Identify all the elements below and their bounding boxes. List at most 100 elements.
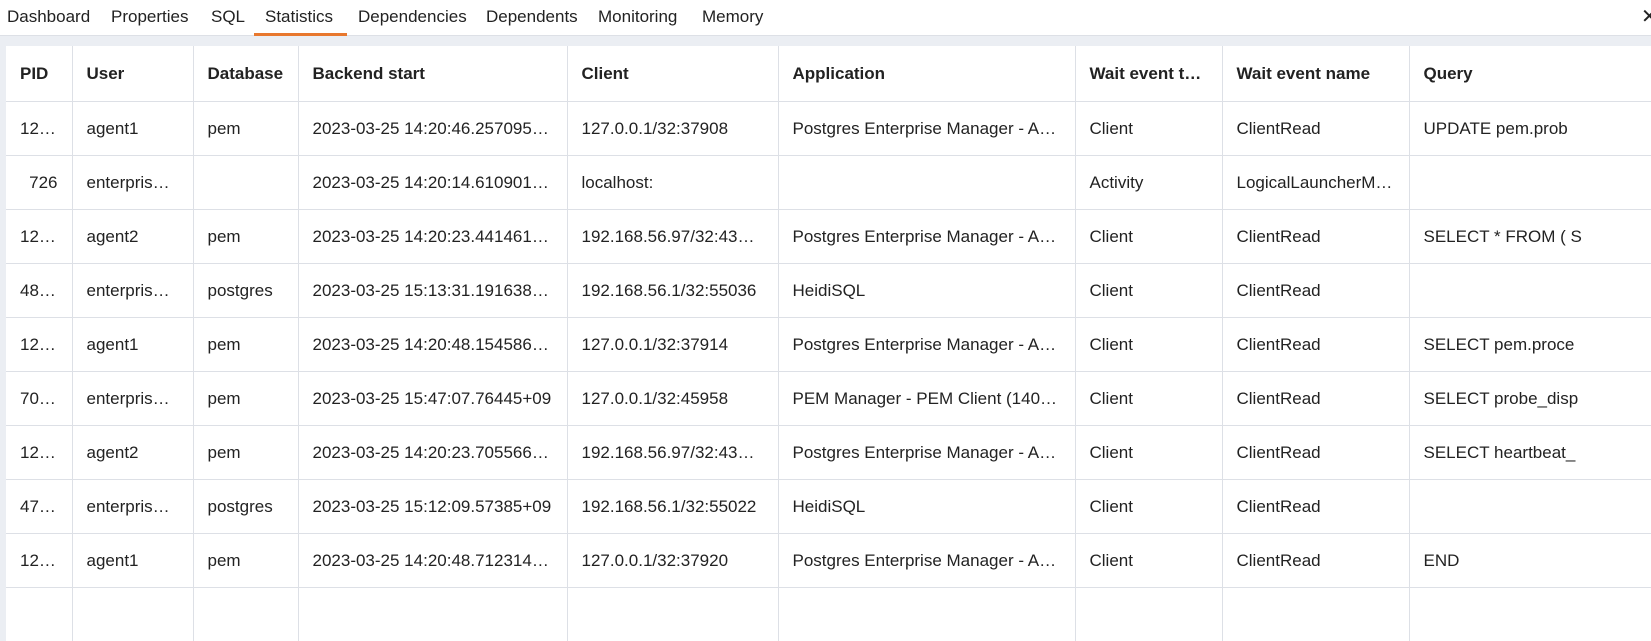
cell-pid: 1221 (6, 425, 73, 480)
cell-wait-event-type: Client (1075, 317, 1223, 372)
table-row[interactable]: 1220 agent2 pem 2023-03-25 14:20:23.441461+… (6, 209, 1651, 264)
cell-client: 192.168.56.97/32:43386 (567, 209, 779, 264)
tab-sql[interactable]: SQL (211, 0, 245, 36)
table-row[interactable]: 4876 enterprisedb postgres 2023-03-25 15:13… (6, 263, 1651, 318)
close-icon[interactable]: ✕ (1641, 8, 1651, 26)
cell-backend-start: 2023-03-25 14:20:23.705566+09 (298, 425, 568, 480)
cell-pid: 1224 (6, 101, 73, 156)
table-row[interactable]: 7001 enterprisedb pem 2023-03-25 15:47:07.7… (6, 371, 1651, 426)
cell-database: postgres (193, 479, 299, 534)
column-header-user[interactable]: User (72, 46, 194, 102)
cell-client: 127.0.0.1/32:37920 (567, 533, 779, 588)
cell-application: Postgres Enterprise Manager - Age... (778, 209, 1076, 264)
cell-wait-event-name: ClientRead (1222, 209, 1410, 264)
cell-backend-start: 2023-03-25 15:12:09.57385+09 (298, 479, 568, 534)
cell-wait-event-name: LogicalLauncherMain (1222, 155, 1410, 210)
column-header-wait-event-type[interactable]: Wait event type (1075, 46, 1223, 102)
cell-backend-start: 2023-03-25 14:20:14.610901+09 (298, 155, 568, 210)
table-row[interactable]: 1221 agent2 pem 2023-03-25 14:20:23.705566+… (6, 425, 1651, 480)
empty-cell (778, 587, 1076, 641)
cell-user: agent2 (72, 425, 194, 480)
cell-query: SELECT pem.proce (1409, 317, 1651, 372)
table-row[interactable]: 1239 agent1 pem 2023-03-25 14:20:48.154586+… (6, 317, 1651, 372)
cell-pid: 1242 (6, 533, 73, 588)
cell-user: enterprisedb (72, 371, 194, 426)
empty-row (6, 587, 1651, 641)
tab-memory[interactable]: Memory (702, 0, 763, 36)
statistics-panel: PID User Database Backend start Client A… (6, 46, 1651, 641)
table-row[interactable]: 1224 agent1 pem 2023-03-25 14:20:46.257095+… (6, 101, 1651, 156)
cell-application: Postgres Enterprise Manager - Age... (778, 425, 1076, 480)
cell-query: SELECT probe_disp (1409, 371, 1651, 426)
cell-query (1409, 479, 1651, 534)
column-header-query[interactable]: Query (1409, 46, 1651, 102)
cell-application (778, 155, 1076, 210)
cell-application: HeidiSQL (778, 479, 1076, 534)
tab-dependencies[interactable]: Dependencies (358, 0, 467, 36)
cell-user: agent1 (72, 317, 194, 372)
cell-database: pem (193, 317, 299, 372)
column-header-backend-start[interactable]: Backend start (298, 46, 568, 102)
table-row[interactable]: 726 enterprisedb 2023-03-25 14:20:14.61090… (6, 155, 1651, 210)
cell-query: SELECT heartbeat_ (1409, 425, 1651, 480)
column-header-application[interactable]: Application (778, 46, 1076, 102)
cell-client: localhost: (567, 155, 779, 210)
column-header-pid[interactable]: PID (6, 46, 73, 102)
empty-cell (1222, 587, 1410, 641)
cell-wait-event-name: ClientRead (1222, 425, 1410, 480)
cell-wait-event-type: Client (1075, 479, 1223, 534)
cell-database: pem (193, 425, 299, 480)
cell-pid: 4876 (6, 263, 73, 318)
cell-pid: 4782 (6, 479, 73, 534)
cell-pid: 1239 (6, 317, 73, 372)
cell-query: SELECT * FROM ( S (1409, 209, 1651, 264)
cell-wait-event-type: Client (1075, 209, 1223, 264)
sessions-table: PID User Database Backend start Client A… (6, 46, 1651, 641)
empty-cell (298, 587, 568, 641)
column-header-client[interactable]: Client (567, 46, 779, 102)
cell-query: UPDATE pem.prob (1409, 101, 1651, 156)
cell-wait-event-name: ClientRead (1222, 263, 1410, 318)
cell-user: enterprisedb (72, 263, 194, 318)
cell-query (1409, 155, 1651, 210)
cell-wait-event-type: Client (1075, 263, 1223, 318)
cell-client: 192.168.56.1/32:55022 (567, 479, 779, 534)
cell-pid: 726 (6, 155, 73, 210)
cell-application: Postgres Enterprise Manager - Age... (778, 317, 1076, 372)
cell-backend-start: 2023-03-25 14:20:46.257095+09 (298, 101, 568, 156)
tab-dashboard[interactable]: Dashboard (7, 0, 90, 36)
column-header-database[interactable]: Database (193, 46, 299, 102)
cell-application: Postgres Enterprise Manager - Age... (778, 533, 1076, 588)
cell-backend-start: 2023-03-25 15:13:31.191638+09 (298, 263, 568, 318)
empty-cell (1075, 587, 1223, 641)
cell-wait-event-name: ClientRead (1222, 371, 1410, 426)
cell-pid: 7001 (6, 371, 73, 426)
cell-user: agent1 (72, 101, 194, 156)
cell-user: agent1 (72, 533, 194, 588)
tab-bar: Dashboard Properties SQL Statistics Depe… (0, 0, 1651, 36)
cell-wait-event-type: Activity (1075, 155, 1223, 210)
cell-database: pem (193, 371, 299, 426)
tab-statistics[interactable]: Statistics (254, 0, 347, 36)
tab-dependents[interactable]: Dependents (486, 0, 578, 36)
tab-properties[interactable]: Properties (111, 0, 188, 36)
empty-cell (567, 587, 779, 641)
table-row[interactable]: 4782 enterprisedb postgres 2023-03-25 15:12… (6, 479, 1651, 534)
tab-monitoring[interactable]: Monitoring (598, 0, 677, 36)
column-header-wait-event-name[interactable]: Wait event name (1222, 46, 1410, 102)
cell-backend-start: 2023-03-25 14:20:23.441461+09 (298, 209, 568, 264)
cell-wait-event-name: ClientRead (1222, 101, 1410, 156)
cell-application: PEM Manager - PEM Client (14059... (778, 371, 1076, 426)
table-header-row: PID User Database Backend start Client A… (6, 46, 1651, 102)
cell-backend-start: 2023-03-25 14:20:48.154586+09 (298, 317, 568, 372)
cell-client: 192.168.56.97/32:43388 (567, 425, 779, 480)
cell-database: postgres (193, 263, 299, 318)
cell-user: agent2 (72, 209, 194, 264)
cell-wait-event-type: Client (1075, 371, 1223, 426)
cell-wait-event-type: Client (1075, 425, 1223, 480)
cell-database: pem (193, 209, 299, 264)
cell-user: enterprisedb (72, 155, 194, 210)
table-row[interactable]: 1242 agent1 pem 2023-03-25 14:20:48.712314+… (6, 533, 1651, 588)
empty-cell (1409, 587, 1651, 641)
cell-client: 127.0.0.1/32:45958 (567, 371, 779, 426)
